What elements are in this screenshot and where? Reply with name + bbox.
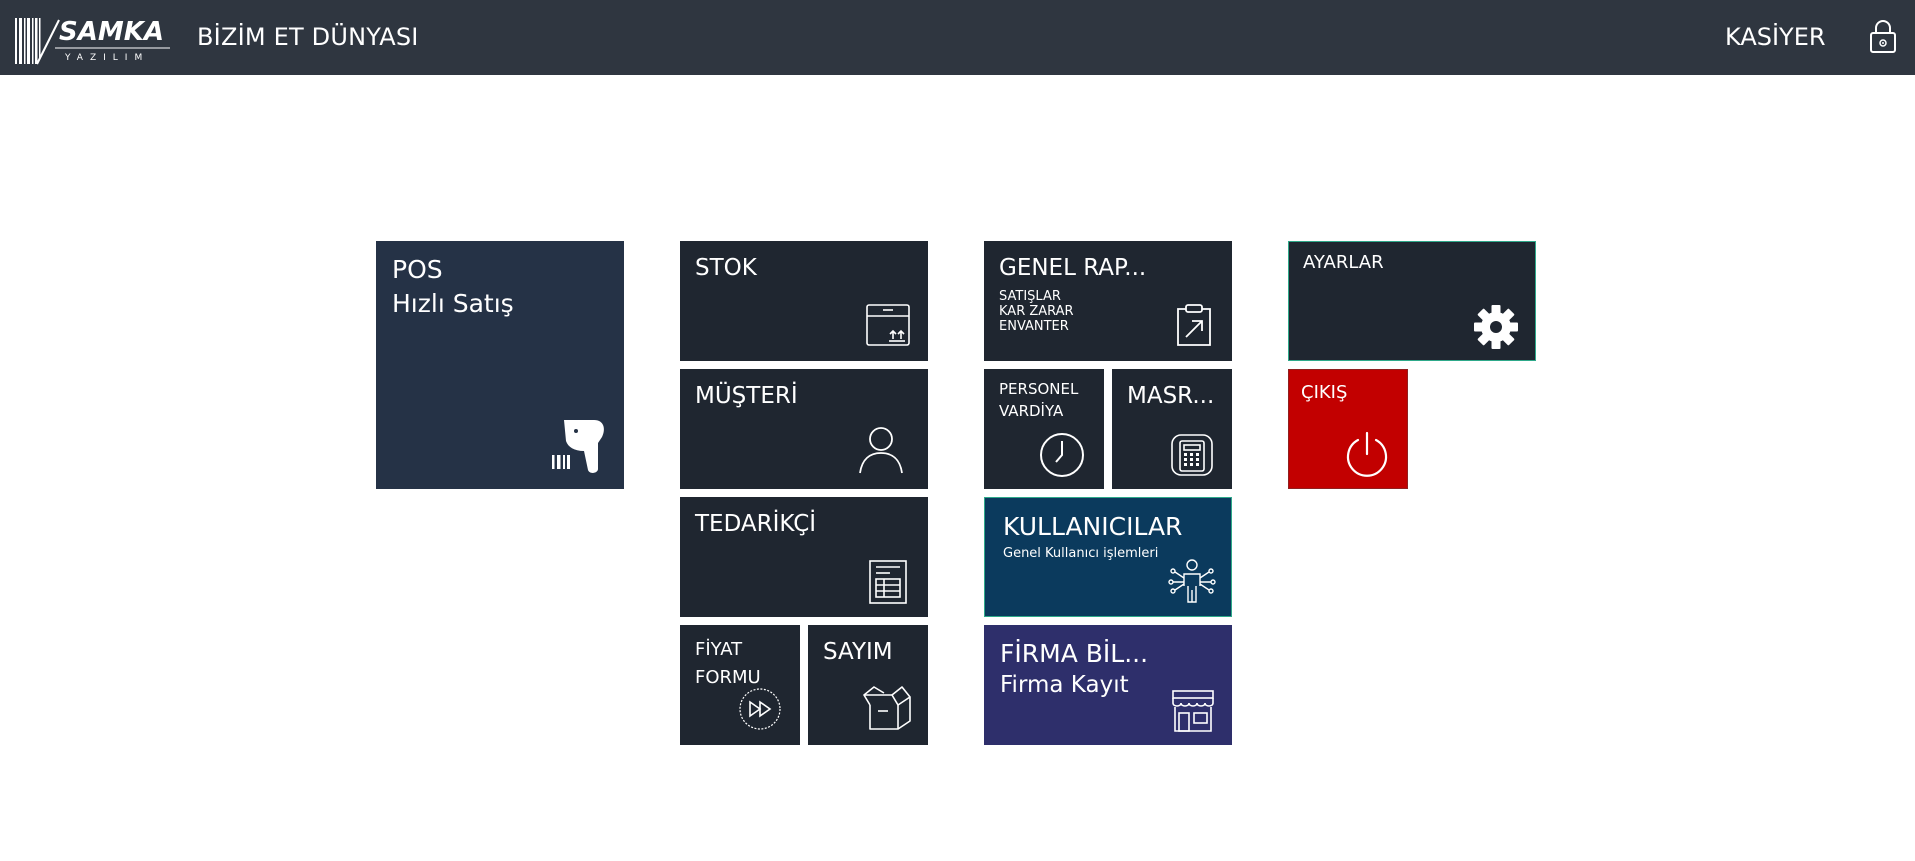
- personel-line1: PERSONEL: [999, 380, 1079, 398]
- fiyat-line1: FİYAT: [695, 639, 743, 660]
- personel-vardiya-tile[interactable]: PERSONEL VARDİYA: [984, 369, 1104, 489]
- svg-text:YAZILIM: YAZILIM: [64, 53, 149, 63]
- musteri-title: MÜŞTERİ: [695, 383, 798, 409]
- store-icon: [1172, 690, 1214, 732]
- personel-line2: VARDİYA: [999, 402, 1064, 420]
- stok-title: STOK: [695, 255, 757, 281]
- firma-subtitle: Firma Kayıt: [1000, 672, 1129, 698]
- barcode-scanner-icon: [552, 420, 604, 473]
- sayim-title: SAYIM: [823, 639, 893, 665]
- musteri-tile[interactable]: MÜŞTERİ: [680, 369, 928, 489]
- cikis-tile[interactable]: ÇIKIŞ: [1288, 369, 1408, 489]
- pos-title: POS: [392, 255, 443, 284]
- top-bar: SAMKA YAZILIM BİZİM ET DÜNYASI KASİYER: [0, 0, 1915, 75]
- gear-icon: [1474, 305, 1518, 349]
- user-icon: [859, 427, 903, 474]
- fast-forward-icon: [739, 688, 781, 730]
- genel-rapor-title: GENEL RAP...: [999, 255, 1147, 281]
- document-icon: [869, 560, 907, 604]
- lock-icon[interactable]: [1868, 18, 1898, 54]
- fiyat-formu-tile[interactable]: FİYAT FORMU: [680, 625, 800, 745]
- kullanicilar-subtitle: Genel Kullanıcı işlemleri: [1003, 546, 1159, 561]
- kullanicilar-tile[interactable]: KULLANICILAR Genel Kullanıcı işlemleri: [984, 497, 1232, 617]
- network-user-icon: [1168, 559, 1216, 603]
- open-box-icon: [863, 686, 911, 730]
- masraf-tile[interactable]: MASR...: [1112, 369, 1232, 489]
- genel-rapor-line2: KAR ZARAR: [999, 304, 1074, 319]
- genel-rapor-line3: ENVANTER: [999, 319, 1069, 334]
- firma-title: FİRMA BİL...: [1000, 639, 1149, 668]
- svg-text:SAMKA: SAMKA: [59, 17, 164, 47]
- current-user[interactable]: KASİYER: [1725, 22, 1826, 52]
- cikis-title: ÇIKIŞ: [1301, 382, 1348, 403]
- ayarlar-tile[interactable]: AYARLAR: [1288, 241, 1536, 361]
- pos-tile[interactable]: POS Hızlı Satış: [376, 241, 624, 489]
- samka-logo: SAMKA YAZILIM: [15, 17, 170, 65]
- firma-bilgi-tile[interactable]: FİRMA BİL... Firma Kayıt: [984, 625, 1232, 745]
- sayim-tile[interactable]: SAYIM: [808, 625, 928, 745]
- tedarikci-tile[interactable]: TEDARİKÇİ: [680, 497, 928, 617]
- masraf-title: MASR...: [1127, 383, 1215, 409]
- ayarlar-title: AYARLAR: [1303, 252, 1384, 273]
- pos-subtitle: Hızlı Satış: [392, 289, 514, 318]
- power-icon: [1346, 431, 1388, 477]
- company-name: BİZİM ET DÜNYASI: [197, 23, 419, 51]
- box-icon: [866, 304, 910, 346]
- clock-icon: [1040, 433, 1084, 477]
- kullanicilar-title: KULLANICILAR: [1003, 512, 1183, 541]
- clipboard-arrow-icon: [1177, 304, 1211, 346]
- stok-tile[interactable]: STOK: [680, 241, 928, 361]
- fiyat-line2: FORMU: [695, 667, 761, 688]
- calculator-icon: [1171, 434, 1213, 476]
- tedarikci-title: TEDARİKÇİ: [695, 511, 817, 537]
- genel-rapor-line1: SATIŞLAR: [999, 289, 1061, 304]
- genel-rapor-tile[interactable]: GENEL RAP... SATIŞLAR KAR ZARAR ENVANTER: [984, 241, 1232, 361]
